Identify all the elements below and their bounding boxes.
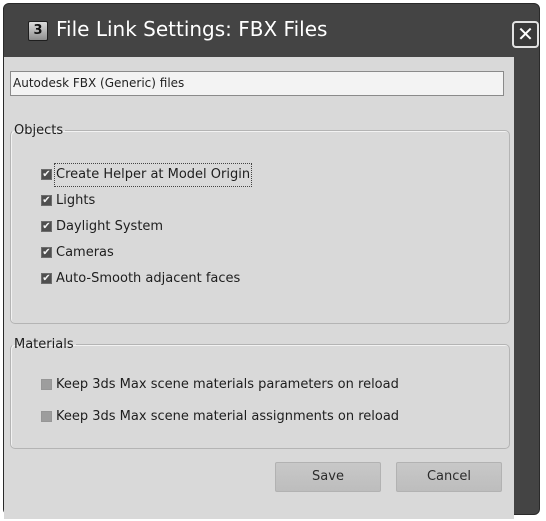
daylight-system-label[interactable]: Daylight System bbox=[56, 217, 163, 237]
lights-checkbox[interactable]: ✔ bbox=[41, 195, 52, 206]
title-bar[interactable]: 3 File Link Settings: FBX Files ✕ bbox=[4, 4, 539, 57]
cameras-checkbox[interactable]: ✔ bbox=[41, 247, 52, 258]
auto-smooth-checkbox[interactable]: ✔ bbox=[41, 273, 52, 284]
dialog-window: 3 File Link Settings: FBX Files ✕ Autode… bbox=[3, 3, 540, 519]
auto-smooth-label[interactable]: Auto-Smooth adjacent faces bbox=[56, 269, 240, 289]
materials-group-legend: Materials bbox=[14, 337, 74, 352]
materials-group: Materials Keep 3ds Max scene materials p… bbox=[10, 337, 510, 449]
keep-material-assignments-checkbox[interactable] bbox=[41, 411, 52, 422]
lights-label[interactable]: Lights bbox=[56, 191, 95, 211]
save-button[interactable]: Save bbox=[275, 462, 381, 492]
objects-group: Objects ✔ Create Helper at Model Origin … bbox=[10, 123, 510, 324]
keep-material-assignments-label[interactable]: Keep 3ds Max scene material assignments … bbox=[56, 407, 399, 427]
preset-description-field[interactable]: Autodesk FBX (Generic) files bbox=[10, 71, 504, 96]
keep-material-params-label[interactable]: Keep 3ds Max scene materials parameters … bbox=[56, 375, 399, 395]
dialog-body: Autodesk FBX (Generic) files Objects ✔ C… bbox=[4, 57, 514, 519]
daylight-system-checkbox[interactable]: ✔ bbox=[41, 221, 52, 232]
close-button[interactable]: ✕ bbox=[512, 21, 539, 48]
keep-material-params-checkbox[interactable] bbox=[41, 379, 52, 390]
create-helper-checkbox[interactable]: ✔ bbox=[41, 169, 52, 180]
objects-group-legend: Objects bbox=[14, 123, 64, 138]
cancel-button[interactable]: Cancel bbox=[396, 462, 502, 492]
dialog-title: File Link Settings: FBX Files bbox=[56, 17, 328, 41]
create-helper-label[interactable]: Create Helper at Model Origin bbox=[53, 163, 253, 187]
close-icon: ✕ bbox=[517, 22, 534, 46]
app-3dsmax-icon: 3 bbox=[28, 21, 48, 41]
cameras-label[interactable]: Cameras bbox=[56, 243, 114, 263]
